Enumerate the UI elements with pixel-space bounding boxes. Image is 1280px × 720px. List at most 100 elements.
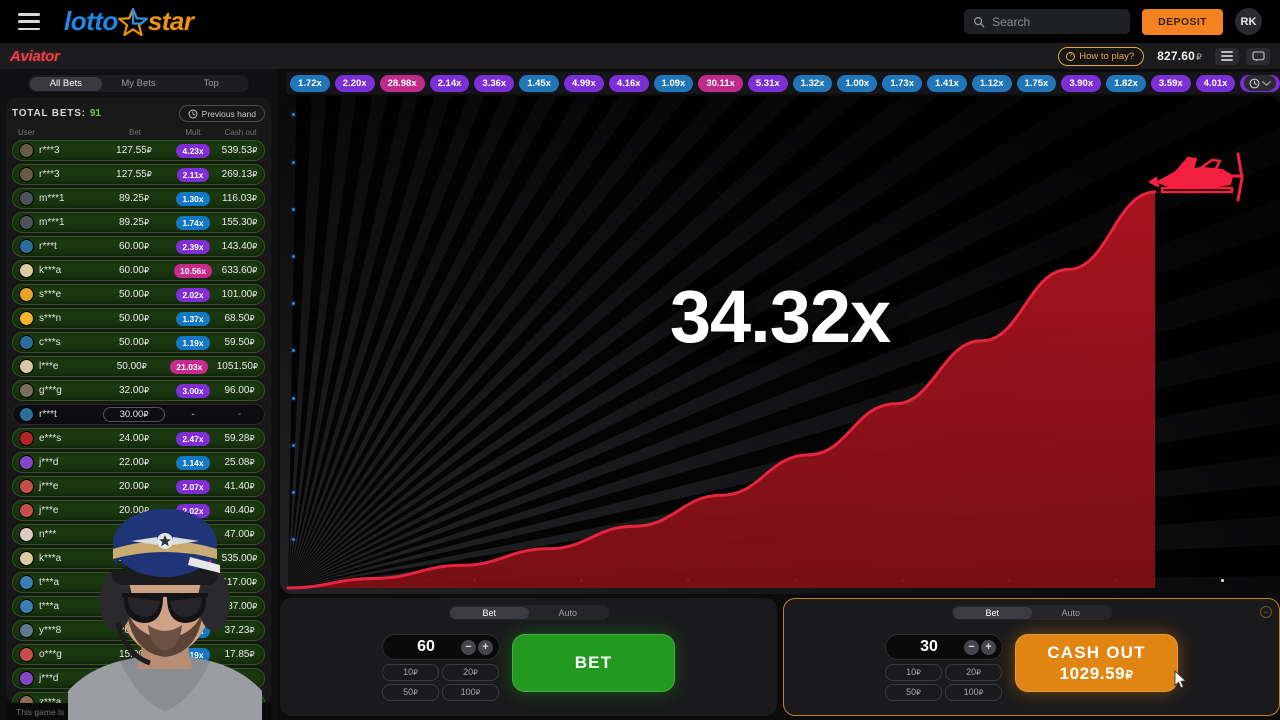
table-row[interactable]: k***a20.00₽26.75x535.00₽ [12, 548, 265, 569]
total-bets-row: TOTAL BETS: 91 Previous hand [12, 105, 265, 122]
table-row[interactable]: m***189.25₽1.30x116.03₽ [12, 188, 265, 209]
bets-tab-all-bets[interactable]: All Bets [30, 77, 103, 91]
history-chip[interactable]: 1.00x [837, 75, 877, 92]
table-row[interactable]: n***20.00₽2.35x47.00₽ [12, 524, 265, 545]
history-chip[interactable]: 2.14x [430, 75, 470, 92]
table-row[interactable]: m***189.25₽1.74x155.30₽ [12, 212, 265, 233]
quick-amount-20[interactable]: 20₽ [945, 664, 1002, 681]
history-dropdown-button[interactable] [1244, 75, 1276, 91]
avatar [19, 503, 34, 518]
history-chip[interactable]: 3.90x [1061, 75, 1101, 92]
history-chip[interactable]: 1.73x [882, 75, 922, 92]
history-chip[interactable]: 3.59x [1151, 75, 1191, 92]
currency-symbol: ₽ [144, 314, 149, 323]
quick-amount-10[interactable]: 10₽ [382, 664, 439, 681]
stake-controls: 60−+10₽20₽50₽100₽ [382, 634, 500, 701]
table-row[interactable]: e***s24.00₽2.47x59.28₽ [12, 428, 265, 449]
history-chip[interactable]: 1.72x [290, 75, 330, 92]
stake-increment-button[interactable]: + [981, 640, 996, 655]
bets-tab-my-bets[interactable]: My Bets [102, 77, 175, 91]
history-chip[interactable]: 3.36x [474, 75, 514, 92]
stake-decrement-button[interactable]: − [964, 640, 979, 655]
stake-decrement-button[interactable]: − [461, 640, 476, 655]
quick-amount-20[interactable]: 20₽ [442, 664, 499, 681]
history-chip[interactable]: 1.75x [1017, 75, 1057, 92]
bets-tab-top[interactable]: Top [175, 77, 248, 91]
table-row[interactable]: z***a15.00₽-- [12, 692, 265, 703]
bet-mode-tab-bet[interactable]: Bet [450, 607, 529, 619]
user-avatar[interactable]: RK [1235, 8, 1262, 35]
table-row[interactable]: r***3127.55₽2.11x269.13₽ [12, 164, 265, 185]
deposit-button[interactable]: DEPOSIT [1142, 9, 1223, 35]
history-chip[interactable]: 1.32x [793, 75, 833, 92]
table-row[interactable]: s***n50.00₽1.37x68.50₽ [12, 308, 265, 329]
table-row[interactable]: r***3127.55₽4.23x539.53₽ [12, 140, 265, 161]
history-chip[interactable]: 30.11x [698, 75, 743, 92]
quick-amount-50[interactable]: 50₽ [382, 684, 439, 701]
bet-multiplier: 1.19x [165, 648, 221, 662]
history-chip[interactable]: 28.98x [380, 75, 425, 92]
table-row[interactable]: s***e50.00₽2.02x101.00₽ [12, 284, 265, 305]
sidebar-footer-text: This game is [16, 707, 64, 717]
bet-multiplier: - [165, 407, 221, 422]
quick-amount-value: 100 [461, 687, 476, 697]
stake-input[interactable]: 30−+ [885, 634, 1003, 660]
bet-mode-tab-auto[interactable]: Auto [529, 607, 608, 619]
bet-user: k***a [39, 553, 103, 564]
quick-amount-100[interactable]: 100₽ [945, 684, 1002, 701]
bet-mode-tab-bet[interactable]: Bet [953, 607, 1032, 619]
history-chip[interactable]: 5.31x [748, 75, 788, 92]
how-to-play-button[interactable]: ? How to play? [1058, 47, 1144, 66]
history-chip[interactable]: 1.45x [519, 75, 559, 92]
history-chip[interactable]: 4.01x [1196, 75, 1236, 92]
table-row[interactable]: j***e20.00₽2.02x40.40₽ [12, 500, 265, 521]
bet-multiplier-badge: 4.23x [176, 144, 209, 158]
hamburger-menu-icon[interactable] [18, 13, 40, 30]
table-row[interactable]: o***g15.00₽1.19x17.85₽ [12, 644, 265, 665]
table-row[interactable]: r***t60.00₽2.39x143.40₽ [12, 236, 265, 257]
game-menu-icon[interactable] [1215, 48, 1239, 65]
lottostar-logo[interactable]: lotto star [64, 6, 194, 37]
quick-amount-100[interactable]: 100₽ [442, 684, 499, 701]
table-row[interactable]: j***e20.00₽2.07x41.40₽ [12, 476, 265, 497]
chat-bubble-icon[interactable] [1246, 48, 1270, 65]
stake-value[interactable]: 60 [383, 638, 459, 656]
history-chip[interactable]: 1.41x [927, 75, 967, 92]
bet-mode-tabs: BetAuto [449, 605, 609, 620]
table-row[interactable]: t***a20.00₽26.85x537.00₽ [12, 596, 265, 617]
bet-cashout-value: 116.03 [222, 193, 252, 204]
table-row[interactable]: j***d22.00₽1.14x25.08₽ [12, 452, 265, 473]
stake-input[interactable]: 60−+ [382, 634, 500, 660]
bet-multiplier: 5.85x [165, 576, 221, 590]
history-chip[interactable]: 1.12x [972, 75, 1012, 92]
panel-collapse-button[interactable]: − [1260, 606, 1272, 618]
table-row[interactable]: c***s50.00₽1.19x59.50₽ [12, 332, 265, 353]
quick-amount-buttons: 10₽20₽50₽100₽ [382, 664, 500, 701]
history-chip-list: 1.72x 2.20x 28.98x 2.14x3.36x 1.45x 4.99x 4.16… [290, 75, 1280, 92]
stake-increment-button[interactable]: + [478, 640, 493, 655]
history-chip[interactable]: 4.99x [564, 75, 604, 92]
cash-out-button[interactable]: CASH OUT1029.59₽ [1015, 634, 1178, 692]
bet-multiplier: 2.39x [165, 240, 221, 254]
history-chip[interactable]: 4.16x [609, 75, 649, 92]
history-chip[interactable]: 1.82x [1106, 75, 1146, 92]
bet-multiplier: 26.85x [165, 600, 221, 614]
bet-multiplier-badge: 1.30x [176, 192, 209, 206]
bet-button[interactable]: BET [512, 634, 675, 692]
bet-mode-tab-auto[interactable]: Auto [1032, 607, 1111, 619]
table-row[interactable]: r***t30.00₽-- [12, 404, 265, 425]
quick-amount-10[interactable]: 10₽ [885, 664, 942, 681]
table-row[interactable]: l***e50.00₽21.03x1051.50₽ [12, 356, 265, 377]
multiplier-history-strip[interactable]: 1.72x 2.20x 28.98x 2.14x3.36x 1.45x 4.99x 4.16… [286, 72, 1280, 94]
table-row[interactable]: j***d15.00₽-- [12, 668, 265, 689]
quick-amount-50[interactable]: 50₽ [885, 684, 942, 701]
table-row[interactable]: g***g32.00₽3.00x96.00₽ [12, 380, 265, 401]
search-input[interactable]: Search [964, 9, 1130, 34]
table-row[interactable]: t***a20.00₽5.85x117.00₽ [12, 572, 265, 593]
history-chip[interactable]: 1.09x [654, 75, 694, 92]
stake-value[interactable]: 30 [886, 638, 962, 656]
previous-hand-button[interactable]: Previous hand [179, 105, 265, 122]
table-row[interactable]: y***820.00₽1.86x37.23₽ [12, 620, 265, 641]
history-chip[interactable]: 2.20x [335, 75, 375, 92]
table-row[interactable]: k***a60.00₽10.56x633.60₽ [12, 260, 265, 281]
